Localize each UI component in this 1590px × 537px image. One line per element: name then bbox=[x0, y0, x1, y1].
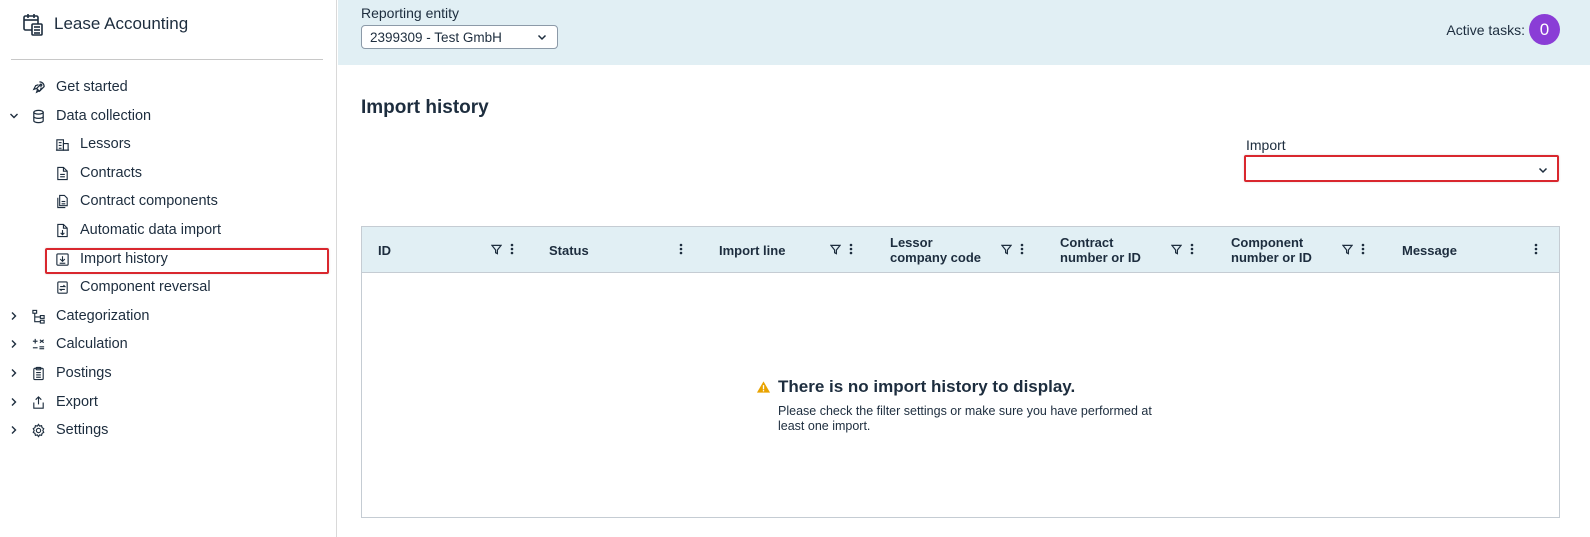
sidebar-item-export[interactable]: Export bbox=[11, 390, 98, 414]
column-header-label: Contract number or ID bbox=[1060, 235, 1141, 265]
sidebar-item-automatic-data-import[interactable]: Automatic data import bbox=[54, 218, 221, 242]
chevron-right-icon[interactable] bbox=[8, 367, 20, 379]
column-header-label: Lessor company code bbox=[890, 235, 982, 265]
sidebar-item-contracts[interactable]: Contracts bbox=[54, 161, 142, 185]
filter-icon[interactable] bbox=[829, 242, 841, 256]
chevron-down-icon bbox=[536, 31, 548, 43]
topbar: Reporting entity 2399309 - Test GmbH Act… bbox=[338, 0, 1590, 65]
app-title: Lease Accounting bbox=[54, 14, 189, 33]
more-vertical-icon[interactable] bbox=[506, 242, 518, 256]
document-import-icon bbox=[54, 222, 70, 238]
more-vertical-icon[interactable] bbox=[675, 242, 687, 256]
sidebar-item-settings[interactable]: Settings bbox=[11, 418, 109, 442]
sidebar-item-label: Get started bbox=[56, 79, 128, 95]
reversal-icon bbox=[54, 279, 70, 295]
sidebar: Lease Accounting Get started Data collec… bbox=[0, 0, 337, 537]
building-icon bbox=[54, 136, 70, 152]
sidebar-item-label: Lessors bbox=[80, 136, 131, 152]
sidebar-item-data-collection[interactable]: Data collection bbox=[10, 104, 152, 128]
column-header-label: Import line bbox=[719, 242, 786, 258]
column-actions bbox=[1337, 242, 1369, 256]
active-tasks-label: Active tasks: bbox=[1446, 21, 1525, 38]
more-vertical-icon[interactable] bbox=[845, 242, 857, 256]
database-icon bbox=[30, 108, 46, 124]
selection-highlight bbox=[45, 248, 329, 274]
sidebar-item-label: Contracts bbox=[80, 165, 143, 181]
reporting-entity-value: 2399309 - Test GmbH bbox=[370, 29, 502, 45]
sidebar-item-get-started[interactable]: Get started bbox=[30, 75, 128, 99]
chevron-right-icon[interactable] bbox=[8, 310, 20, 322]
column-header-label: Message bbox=[1402, 242, 1457, 258]
reporting-entity-label: Reporting entity bbox=[361, 5, 460, 21]
column-header-import-line[interactable]: Import line bbox=[719, 227, 869, 273]
empty-state-message: Please check the filter settings or make… bbox=[778, 404, 1152, 433]
filter-icon[interactable] bbox=[1341, 242, 1353, 256]
column-header-component-number[interactable]: Component number or ID bbox=[1231, 227, 1381, 273]
more-vertical-icon[interactable] bbox=[1530, 242, 1542, 256]
sidebar-item-label: Data collection bbox=[56, 108, 152, 124]
clipboard-icon bbox=[30, 365, 46, 381]
export-icon bbox=[30, 394, 46, 410]
more-vertical-icon[interactable] bbox=[1016, 242, 1028, 256]
sidebar-item-lessors[interactable]: Lessors bbox=[54, 132, 131, 156]
hierarchy-icon bbox=[30, 308, 46, 324]
column-header-message[interactable]: Message bbox=[1402, 227, 1552, 273]
empty-state: There is no import history to display. P… bbox=[756, 377, 1176, 434]
reporting-entity-select[interactable]: 2399309 - Test GmbH bbox=[361, 25, 558, 49]
app-header: Lease Accounting bbox=[22, 10, 188, 38]
import-select-highlight bbox=[1244, 155, 1559, 182]
active-tasks-count-badge[interactable]: 0 bbox=[1529, 14, 1560, 45]
column-header-id[interactable]: ID bbox=[378, 227, 528, 273]
empty-state-title: There is no import history to display. bbox=[756, 377, 1176, 397]
gear-icon bbox=[30, 422, 46, 438]
sidebar-item-categorization[interactable]: Categorization bbox=[11, 304, 150, 328]
table-header: ID Status Import line Lessor company cod… bbox=[362, 227, 1559, 273]
import-label: Import bbox=[1246, 137, 1286, 153]
sidebar-item-label: Postings bbox=[56, 365, 112, 381]
column-header-contract-number[interactable]: Contract number or ID bbox=[1060, 227, 1210, 273]
chevron-right-icon[interactable] bbox=[8, 396, 20, 408]
column-actions bbox=[825, 242, 857, 256]
column-header-status[interactable]: Status bbox=[549, 227, 699, 273]
sidebar-item-calculation[interactable]: Calculation bbox=[11, 332, 128, 356]
filter-icon[interactable] bbox=[1000, 242, 1012, 256]
sidebar-item-label: Settings bbox=[56, 422, 109, 438]
column-header-label: Status bbox=[549, 242, 589, 258]
more-vertical-icon[interactable] bbox=[1186, 242, 1198, 256]
column-header-label: ID bbox=[378, 242, 391, 258]
sidebar-item-label: Categorization bbox=[56, 308, 150, 324]
column-actions bbox=[1526, 242, 1542, 256]
calendar-calculator-icon bbox=[22, 12, 44, 36]
sidebar-item-label: Contract components bbox=[80, 193, 218, 209]
filter-icon[interactable] bbox=[1170, 242, 1182, 256]
column-header-label: Component number or ID bbox=[1231, 235, 1312, 265]
sidebar-item-label: Calculation bbox=[56, 336, 128, 352]
page-title: Import history bbox=[361, 97, 489, 118]
sidebar-item-contract-components[interactable]: Contract components bbox=[54, 189, 218, 213]
warning-icon bbox=[756, 380, 771, 394]
import-history-table: ID Status Import line Lessor company cod… bbox=[361, 226, 1560, 518]
sidebar-divider bbox=[11, 59, 323, 60]
sidebar-item-label: Component reversal bbox=[80, 279, 211, 295]
column-actions bbox=[996, 242, 1028, 256]
documents-icon bbox=[54, 193, 70, 209]
filter-icon[interactable] bbox=[490, 242, 502, 256]
column-actions bbox=[1166, 242, 1198, 256]
document-icon bbox=[54, 165, 70, 181]
chevron-right-icon[interactable] bbox=[8, 338, 20, 350]
chevron-down-icon[interactable] bbox=[8, 110, 20, 122]
empty-state-title-text: There is no import history to display. bbox=[778, 377, 1076, 396]
more-vertical-icon[interactable] bbox=[1357, 242, 1369, 256]
chevron-right-icon[interactable] bbox=[8, 424, 20, 436]
rocket-icon bbox=[30, 79, 46, 95]
sidebar-item-label: Automatic data import bbox=[80, 222, 222, 238]
sidebar-item-component-reversal[interactable]: Component reversal bbox=[54, 275, 211, 299]
sidebar-item-label: Export bbox=[56, 394, 98, 410]
column-actions bbox=[671, 242, 687, 256]
column-actions bbox=[486, 242, 518, 256]
active-tasks[interactable]: Active tasks: 0 bbox=[1446, 14, 1560, 45]
calculator-icon bbox=[30, 336, 46, 352]
sidebar-item-postings[interactable]: Postings bbox=[11, 361, 112, 385]
column-header-lessor-company-code[interactable]: Lessor company code bbox=[890, 227, 1040, 273]
